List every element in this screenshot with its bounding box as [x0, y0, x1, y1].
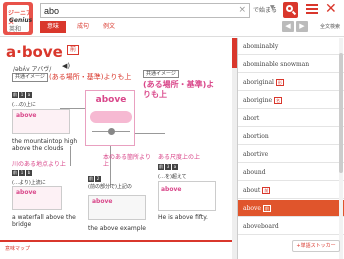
prev-entry-button[interactable]: ◀ [282, 21, 294, 32]
menu-icon[interactable] [306, 4, 318, 15]
app-header: ジーニアス Genius 英和 × で始まる ▼ ✕ 意味 成句 例文 ◀ ▶ … [0, 0, 344, 37]
search-box: × [40, 3, 250, 18]
logo-line2: Genius [9, 17, 33, 24]
search-mode-select[interactable]: で始まる [253, 4, 279, 17]
core-image-text: (ある場所・基準)よりも上 [143, 80, 215, 99]
tab-meaning[interactable]: 意味 [40, 21, 66, 33]
word-stocker-button[interactable]: +単語ストッカー [292, 240, 340, 252]
sense-3a-head: 前3a [158, 164, 178, 170]
sense-1a-example: the mountaintop high above the clouds [12, 138, 78, 152]
speaker-icon[interactable]: ◀) [62, 62, 70, 70]
logo-line3: 英和 [9, 26, 22, 33]
core-pill [90, 111, 132, 123]
sense-2-head: 前2 [88, 176, 101, 182]
list-item[interactable]: abominable snowman [238, 56, 344, 73]
next-entry-button[interactable]: ▶ [296, 21, 308, 32]
list-item[interactable]: abound [238, 164, 344, 181]
chevron-down-icon[interactable]: ▼ [270, 4, 275, 11]
sense-1b-desc: (…より)上流に [12, 180, 46, 186]
sense-2-picture: above [88, 195, 146, 220]
word-list: abominably abominable snowman aboriginal… [237, 38, 344, 259]
core-image-tag: 共通イメージ [143, 70, 179, 78]
sense-2-desc: (前の部分で)上記の [88, 184, 132, 190]
sense-1a-picture: above [12, 109, 70, 134]
sense-1b-example: a waterfall above the bridge [12, 214, 76, 228]
common-image-caption: (ある場所・基準)よりも上 [49, 73, 132, 81]
common-image-tag: 共通イメージ [12, 73, 48, 82]
sense-1a-head: 前1a [12, 92, 32, 98]
dictionary-logo[interactable]: ジーニアス Genius 英和 [3, 2, 33, 35]
list-item[interactable]: abortion [238, 128, 344, 145]
tab-idioms[interactable]: 成句 [72, 21, 94, 33]
search-button[interactable] [283, 2, 298, 18]
entry-pane: a·bove 前 /əbʌ́v アバヴ/ ◀) 共通イメージ (ある場所・基準)… [0, 38, 232, 259]
connector [135, 133, 165, 134]
core-image: above [85, 90, 135, 146]
meaning-map-label: 意味マップ [5, 246, 31, 252]
side-note-3: ある尺度上の上 [158, 154, 201, 161]
list-item[interactable]: abominably [238, 38, 344, 55]
list-item[interactable]: aboveboard [238, 218, 344, 235]
meaning-map-bar[interactable]: 意味マップ [0, 240, 232, 259]
sense-1b-picture: above [12, 186, 62, 210]
list-item[interactable]: abort [238, 110, 344, 127]
fulltext-search-label[interactable]: 全文検索 [320, 23, 340, 30]
word-list-scrollbar-thumb[interactable] [339, 53, 343, 173]
side-note-2: 本のある箇所より上 [103, 154, 151, 168]
pronunciation: /əbʌ́v アバヴ/ [13, 66, 52, 73]
list-item[interactable]: abortive [238, 146, 344, 163]
list-item[interactable]: aboriginal 形 [238, 74, 344, 91]
core-slider-knob [108, 128, 115, 135]
side-note-1: 川のある地点より上 [12, 161, 66, 168]
sense-1b-head: 前1b [12, 170, 32, 176]
sense-1a-desc: (…の)上に [12, 102, 36, 108]
pos-badge: 前 [67, 45, 79, 55]
core-word: above [95, 95, 127, 105]
sense-3a-example: He is above fifty. [158, 214, 208, 221]
headword: a·bove [6, 43, 63, 61]
close-icon[interactable]: ✕ [325, 1, 337, 17]
list-item[interactable]: aborigine 名 [238, 92, 344, 109]
list-item[interactable]: about 前 [238, 182, 344, 199]
clear-icon[interactable]: × [238, 5, 246, 15]
search-input[interactable] [44, 5, 224, 17]
search-icon-handle [291, 10, 297, 16]
sense-3a-desc: (…を)超えて [158, 174, 187, 180]
word-list-scrollbar[interactable] [339, 38, 343, 259]
sense-3a-picture: above [158, 181, 216, 211]
sense-2-example: the above example [88, 225, 146, 232]
tab-examples[interactable]: 例文 [98, 21, 120, 33]
list-item-selected[interactable]: above 前 [238, 200, 344, 217]
